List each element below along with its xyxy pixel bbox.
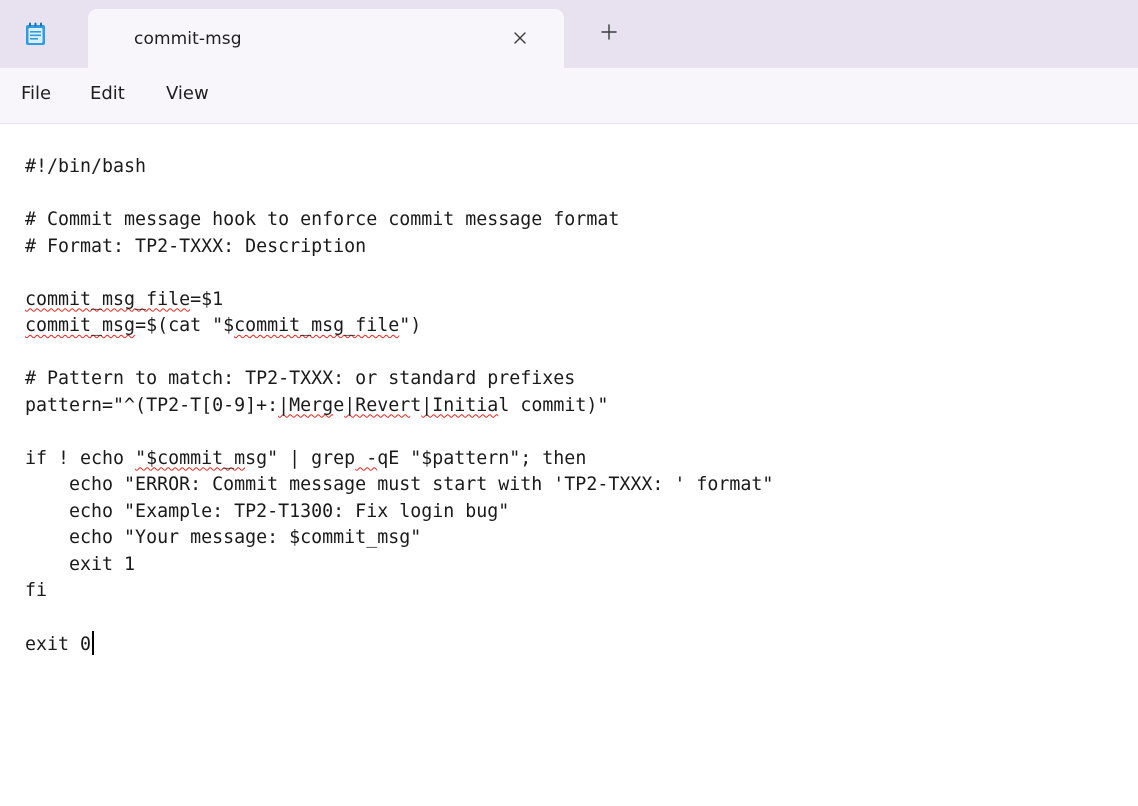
menu-edit[interactable]: Edit [90,83,125,104]
code-line: commit_msg=$(cat "$commit_msg_file") [25,315,422,336]
spellcheck-word: |Rever [344,394,411,416]
spellcheck-word: commit_msg [25,315,136,336]
title-bar: commit-msg [0,0,1138,68]
code-line: # Format: TP2-TXXX: Description [25,235,367,257]
notepad-icon [26,22,45,45]
code-line: commit_msg_file=$1 [25,288,224,310]
code-line: echo "ERROR: Commit message must start w… [25,474,774,495]
tab-title: commit-msg [134,29,242,49]
code-line: echo "Your message: $commit_msg" [25,527,422,548]
code-line: echo "Example: TP2-T1300: Fix login bug" [25,500,510,522]
spellcheck-word: "$commit_m [135,447,246,469]
menu-view[interactable]: View [166,83,209,104]
spellcheck-word: commit_msg_file [234,315,400,336]
tab-commit-msg[interactable]: commit-msg [88,9,564,68]
code-text[interactable]: #!/bin/bash # Commit message hook to enfo… [25,154,773,658]
text-editor[interactable]: #!/bin/bash # Commit message hook to enfo… [0,124,1138,806]
code-line: # Commit message hook to enforce commit … [25,209,620,230]
code-line: exit 0 [25,631,773,658]
spellcheck-word: - [355,447,378,469]
spellcheck-word: |Initia [421,394,499,416]
code-line: # Pattern to match: TP2-TXXX: or standar… [25,368,576,389]
menu-bar: File Edit View [0,68,1138,124]
plus-icon[interactable] [596,19,622,45]
code-line: #!/bin/bash [25,156,147,177]
close-icon[interactable] [506,24,534,52]
code-line: exit 1 [25,553,136,575]
text-cursor [92,631,94,655]
code-line: fi [25,580,48,601]
menu-file[interactable]: File [21,83,51,104]
spellcheck-word: |Merg [278,394,334,416]
code-line: if ! echo "$commit_msg" | grep -qE "$pat… [25,447,587,469]
code-line: pattern="^(TP2-T[0-9]+:|Merge|Revert|Ini… [25,394,609,416]
spellcheck-word: commit_msg_file [25,288,191,310]
